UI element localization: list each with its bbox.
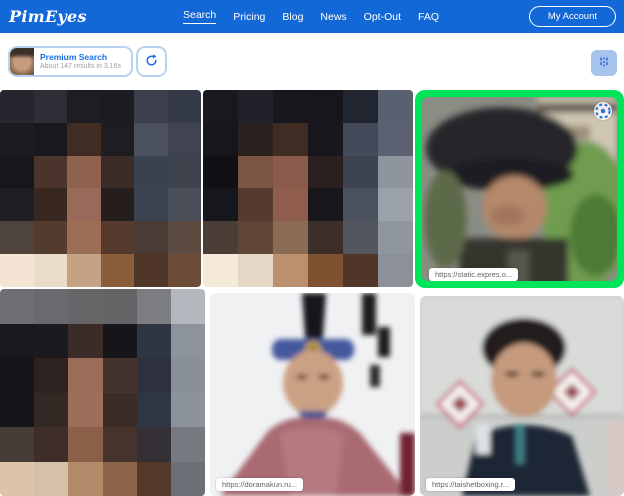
result-tile-pixelated-2[interactable] xyxy=(203,90,413,287)
results-grid: https://static.expres.o... xyxy=(0,90,624,496)
result-tile-costume-man[interactable]: https://doramakun.ru... xyxy=(210,293,415,496)
pimeyes-results-page: PimEyes Search Pricing Blog News Opt-Out… xyxy=(0,0,624,496)
man-in-hat-photo: https://static.expres.o... xyxy=(422,97,617,281)
nav-links: Search Pricing Blog News Opt-Out FAQ xyxy=(183,0,439,33)
costume-man-photo: https://doramakun.ru... xyxy=(210,293,415,496)
nav-item-search[interactable]: Search xyxy=(183,9,216,24)
nav-item-opt-out[interactable]: Opt-Out xyxy=(364,11,401,23)
filter-results-button[interactable] xyxy=(591,50,617,76)
result-url-caption: https://doramakun.ru... xyxy=(216,478,303,491)
refresh-search-button[interactable] xyxy=(136,46,167,77)
premium-search-pill[interactable]: Premium Search About 147 results in 3.16… xyxy=(8,46,133,77)
result-url-caption: https://taishetboxing.r... xyxy=(426,478,515,491)
pixelated-face-image xyxy=(0,289,205,496)
result-tile-young-man[interactable]: https://taishetboxing.r... xyxy=(420,296,624,496)
nav-item-pricing[interactable]: Pricing xyxy=(233,11,265,23)
query-face-thumbnail xyxy=(10,48,34,75)
nav-item-faq[interactable]: FAQ xyxy=(418,11,439,23)
my-account-button[interactable]: My Account xyxy=(529,6,616,27)
result-tile-pixelated-3[interactable] xyxy=(0,289,205,496)
refresh-icon xyxy=(144,53,159,71)
search-title: Premium Search xyxy=(40,52,121,62)
result-tile-highlighted[interactable]: https://static.expres.o... xyxy=(415,90,624,288)
search-pill-text: Premium Search About 147 results in 3.16… xyxy=(40,52,121,71)
result-url-caption: https://static.expres.o... xyxy=(429,268,518,281)
young-man-photo: https://taishetboxing.r... xyxy=(420,296,624,496)
pixelated-face-image xyxy=(0,90,201,287)
search-toolbar: Premium Search About 147 results in 3.16… xyxy=(0,33,624,90)
filter-sliders-icon xyxy=(598,56,610,71)
nav-item-news[interactable]: News xyxy=(320,11,346,23)
pimeyes-logo[interactable]: PimEyes xyxy=(9,7,87,26)
navbar: PimEyes Search Pricing Blog News Opt-Out… xyxy=(0,0,624,33)
search-result-stats: About 147 results in 3.16s xyxy=(40,62,121,71)
result-tile-pixelated-1[interactable] xyxy=(0,90,201,287)
nav-item-blog[interactable]: Blog xyxy=(282,11,303,23)
pixelated-face-image xyxy=(203,90,413,287)
animated-source-badge-icon[interactable] xyxy=(594,102,612,120)
